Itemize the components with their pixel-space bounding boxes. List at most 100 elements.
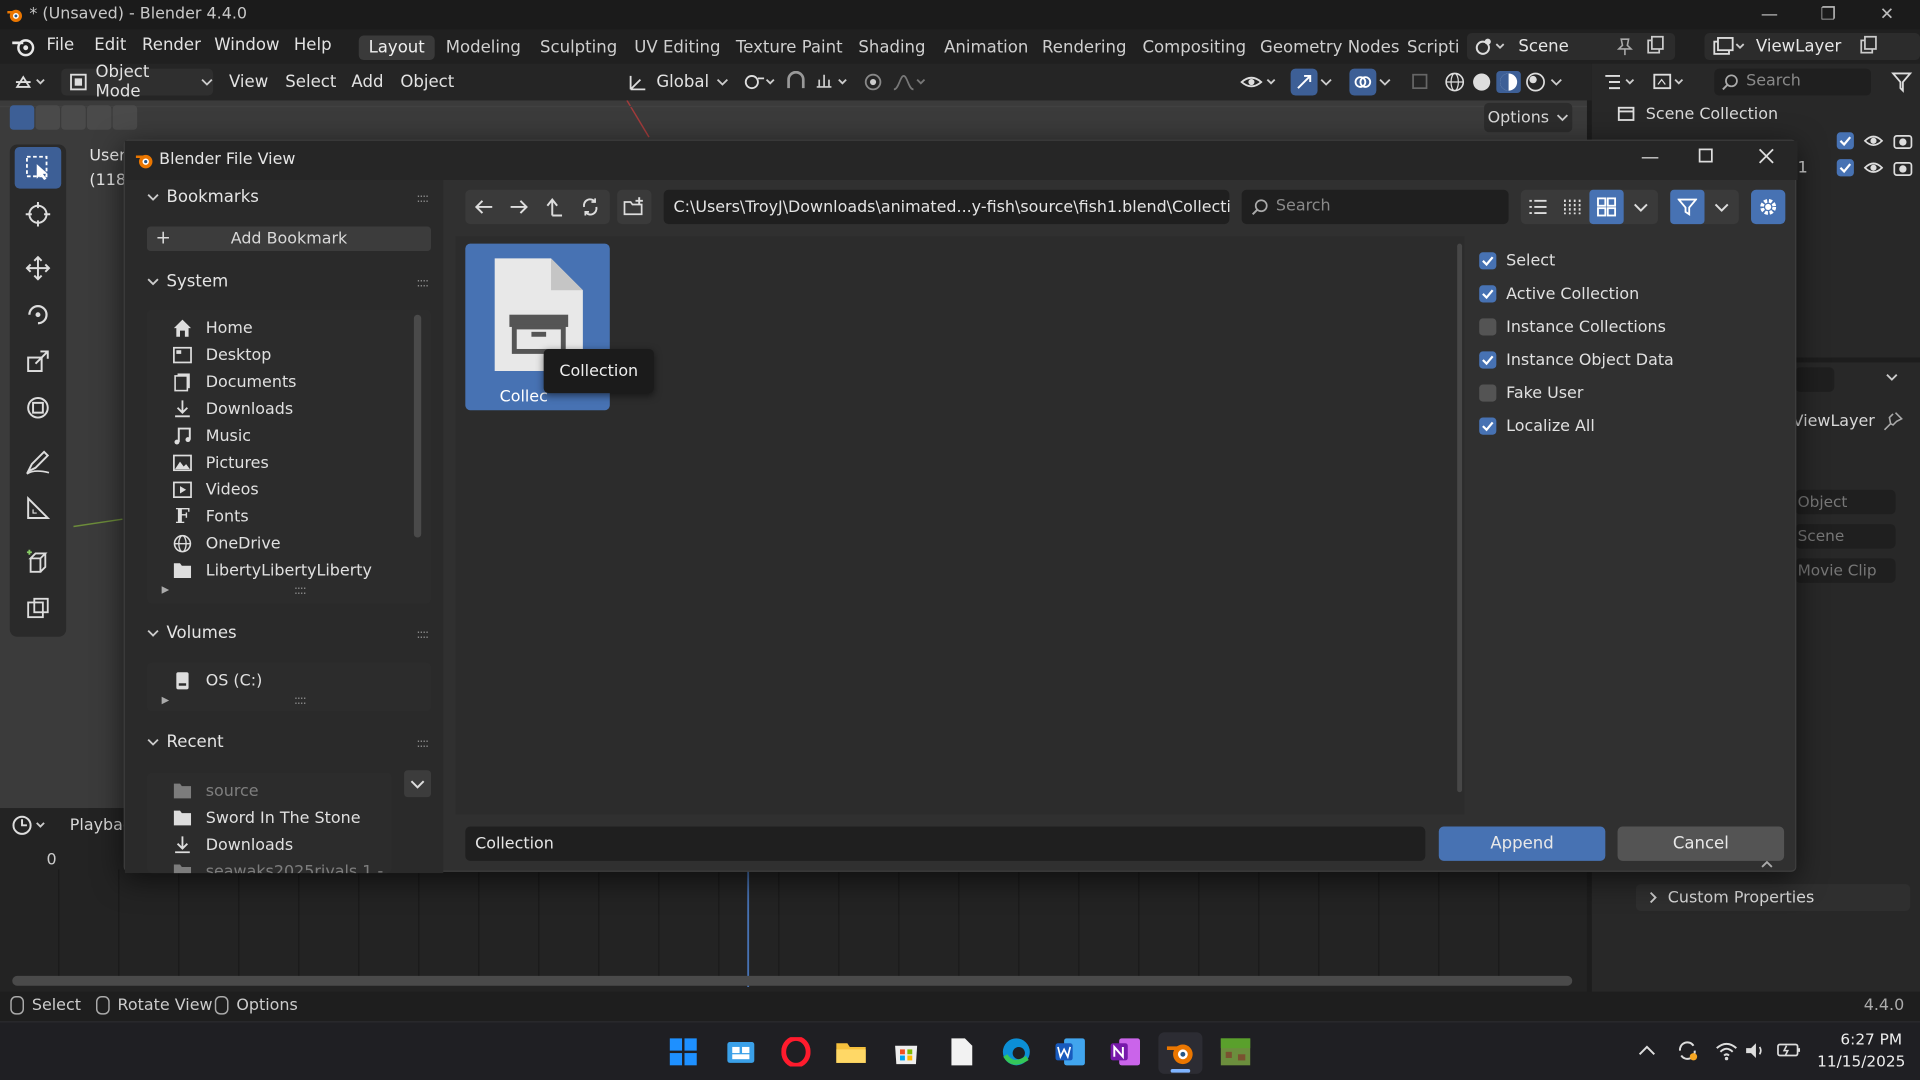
resize-handle-icon[interactable]: :::: [294,694,307,707]
new-scene-icon[interactable] [1646,35,1666,56]
cursor-tool-icon[interactable] [15,193,62,235]
volumes-header[interactable]: Volumes [147,623,237,643]
append-button[interactable]: Append [1438,826,1606,861]
battery-icon[interactable] [1776,1040,1803,1062]
tab-modeling[interactable]: Modeling [436,36,531,60]
annotate-tool-icon[interactable] [15,441,62,483]
chevron-down-icon[interactable] [1886,372,1898,382]
menu-object[interactable]: Object [400,69,454,96]
select-intersect-icon[interactable] [112,105,138,130]
eye-icon[interactable] [1863,159,1884,176]
rendered-shading-icon[interactable] [1523,71,1547,93]
close-window-button[interactable]: ✕ [1869,2,1906,26]
tab-rendering[interactable]: Rendering [1032,36,1136,60]
transform-object-tool-icon[interactable] [15,588,62,630]
properties-search-input[interactable] [1795,367,1835,392]
recent-item-downloads[interactable]: Downloads [171,831,293,858]
add-cube-tool-icon[interactable] [15,541,62,583]
timeline-editor-icon[interactable] [10,813,57,840]
measure-tool-icon[interactable] [15,487,62,529]
checkbox[interactable] [1479,252,1497,270]
scene-selector[interactable]: Scene [1466,33,1676,61]
file-browser-area[interactable]: Collec Collection [455,236,1465,815]
wireframe-shading-icon[interactable] [1442,71,1466,93]
chevron-down-icon[interactable] [1705,190,1739,224]
drag-handle-icon[interactable]: :::: [416,628,429,641]
drag-handle-icon[interactable]: :::: [416,737,429,750]
tab-geometry-nodes[interactable]: Geometry Nodes [1250,36,1409,60]
expand-arrow-icon[interactable]: ▶ [162,694,170,705]
new-view-layer-icon[interactable] [1859,35,1879,56]
checkbox[interactable] [1479,384,1497,402]
view-layer-selector[interactable]: ViewLayer [1704,33,1920,61]
windows-start-icon[interactable] [669,1037,698,1066]
vertical-list-icon[interactable] [1521,190,1555,224]
option-select[interactable]: Select [1479,249,1555,273]
chevron-down-icon[interactable] [1624,190,1658,224]
system-header[interactable]: System [147,272,228,291]
options-dropdown[interactable]: Options [1484,102,1573,133]
chevron-up-icon[interactable] [1638,1044,1655,1056]
display-mode-icon[interactable] [1651,71,1690,95]
tab-uv-editing[interactable]: UV Editing [624,36,730,60]
file-explorer-icon[interactable] [835,1037,867,1066]
scale-tool-icon[interactable] [15,340,62,382]
filter-icon[interactable] [1891,71,1913,93]
sidebar-item-documents[interactable]: Documents [171,369,296,396]
system-scrollbar[interactable] [413,314,422,538]
forward-arrow-icon[interactable] [501,190,537,224]
sidebar-item-liberty[interactable]: LibertyLibertyLiberty [171,557,372,584]
option-instance-object-data[interactable]: Instance Object Data [1479,348,1674,372]
dialog-maximize-button[interactable] [1698,148,1713,163]
drag-handle-icon[interactable]: :::: [416,192,429,205]
word-icon[interactable] [1054,1037,1086,1066]
xray-icon[interactable] [1411,69,1435,96]
horizontal-list-icon[interactable] [1555,190,1589,224]
filename-input[interactable]: Collection [465,826,1426,861]
pivot-point-icon[interactable] [742,69,779,96]
chevron-down-icon[interactable] [1320,69,1340,96]
pin-icon[interactable] [1616,37,1633,57]
falloff-icon[interactable] [891,69,930,96]
recent-item-seawaks[interactable]: seawaks2025rivals 1 - [171,858,383,874]
overlays-icon[interactable] [1349,68,1377,96]
sidebar-item-home[interactable]: Home [171,315,253,342]
option-instance-collections[interactable]: Instance Collections [1479,315,1666,339]
outliner-editor-icon[interactable] [1602,71,1641,95]
file-search-input[interactable]: Search [1241,189,1509,225]
dialog-minimize-button[interactable]: — [1641,146,1659,168]
rotate-tool-icon[interactable] [15,294,62,336]
tab-compositing[interactable]: Compositing [1133,36,1256,60]
recent-menu-button[interactable] [404,770,432,798]
restore-button[interactable]: ❐ [1810,2,1847,26]
volume-icon[interactable] [1744,1040,1768,1062]
eye-icon[interactable] [1863,132,1884,149]
expand-arrow-icon[interactable]: ▶ [162,584,170,595]
solid-shading-icon[interactable] [1469,71,1493,93]
menu-render[interactable]: Render [142,36,201,56]
option-active-collection[interactable]: Active Collection [1479,282,1639,306]
select-extend-icon[interactable] [35,105,61,130]
exclude-checkbox[interactable] [1836,132,1854,150]
chevron-down-icon[interactable] [1550,77,1562,87]
menu-add[interactable]: Add [351,69,383,96]
select-box-tool-icon[interactable] [14,146,62,189]
object-mode-dropdown[interactable]: Object Mode [61,62,214,102]
menu-view[interactable]: View [229,69,268,96]
recent-item-sword[interactable]: Sword In The Stone [171,804,361,831]
sidebar-item-music[interactable]: Music [171,422,251,449]
material-shading-icon[interactable] [1496,71,1521,94]
sidebar-item-videos[interactable]: Videos [171,476,259,503]
gizmo-toggle-icon[interactable] [1290,68,1318,96]
move-tool-icon[interactable] [15,247,62,289]
menu-edit[interactable]: Edit [94,36,126,56]
outliner-search-input[interactable]: Search [1714,68,1872,96]
snap-icon[interactable] [785,69,812,96]
chevron-up-icon[interactable] [1761,860,1773,870]
chevron-down-icon[interactable] [1379,69,1399,96]
recent-header[interactable]: Recent [147,732,224,752]
file-area-scrollbar[interactable] [1457,243,1463,793]
movie-clip-field[interactable]: Movie Clip [1795,558,1896,583]
transform-orientation-dropdown[interactable]: Global [627,69,731,96]
parent-directory-icon[interactable] [536,190,572,224]
